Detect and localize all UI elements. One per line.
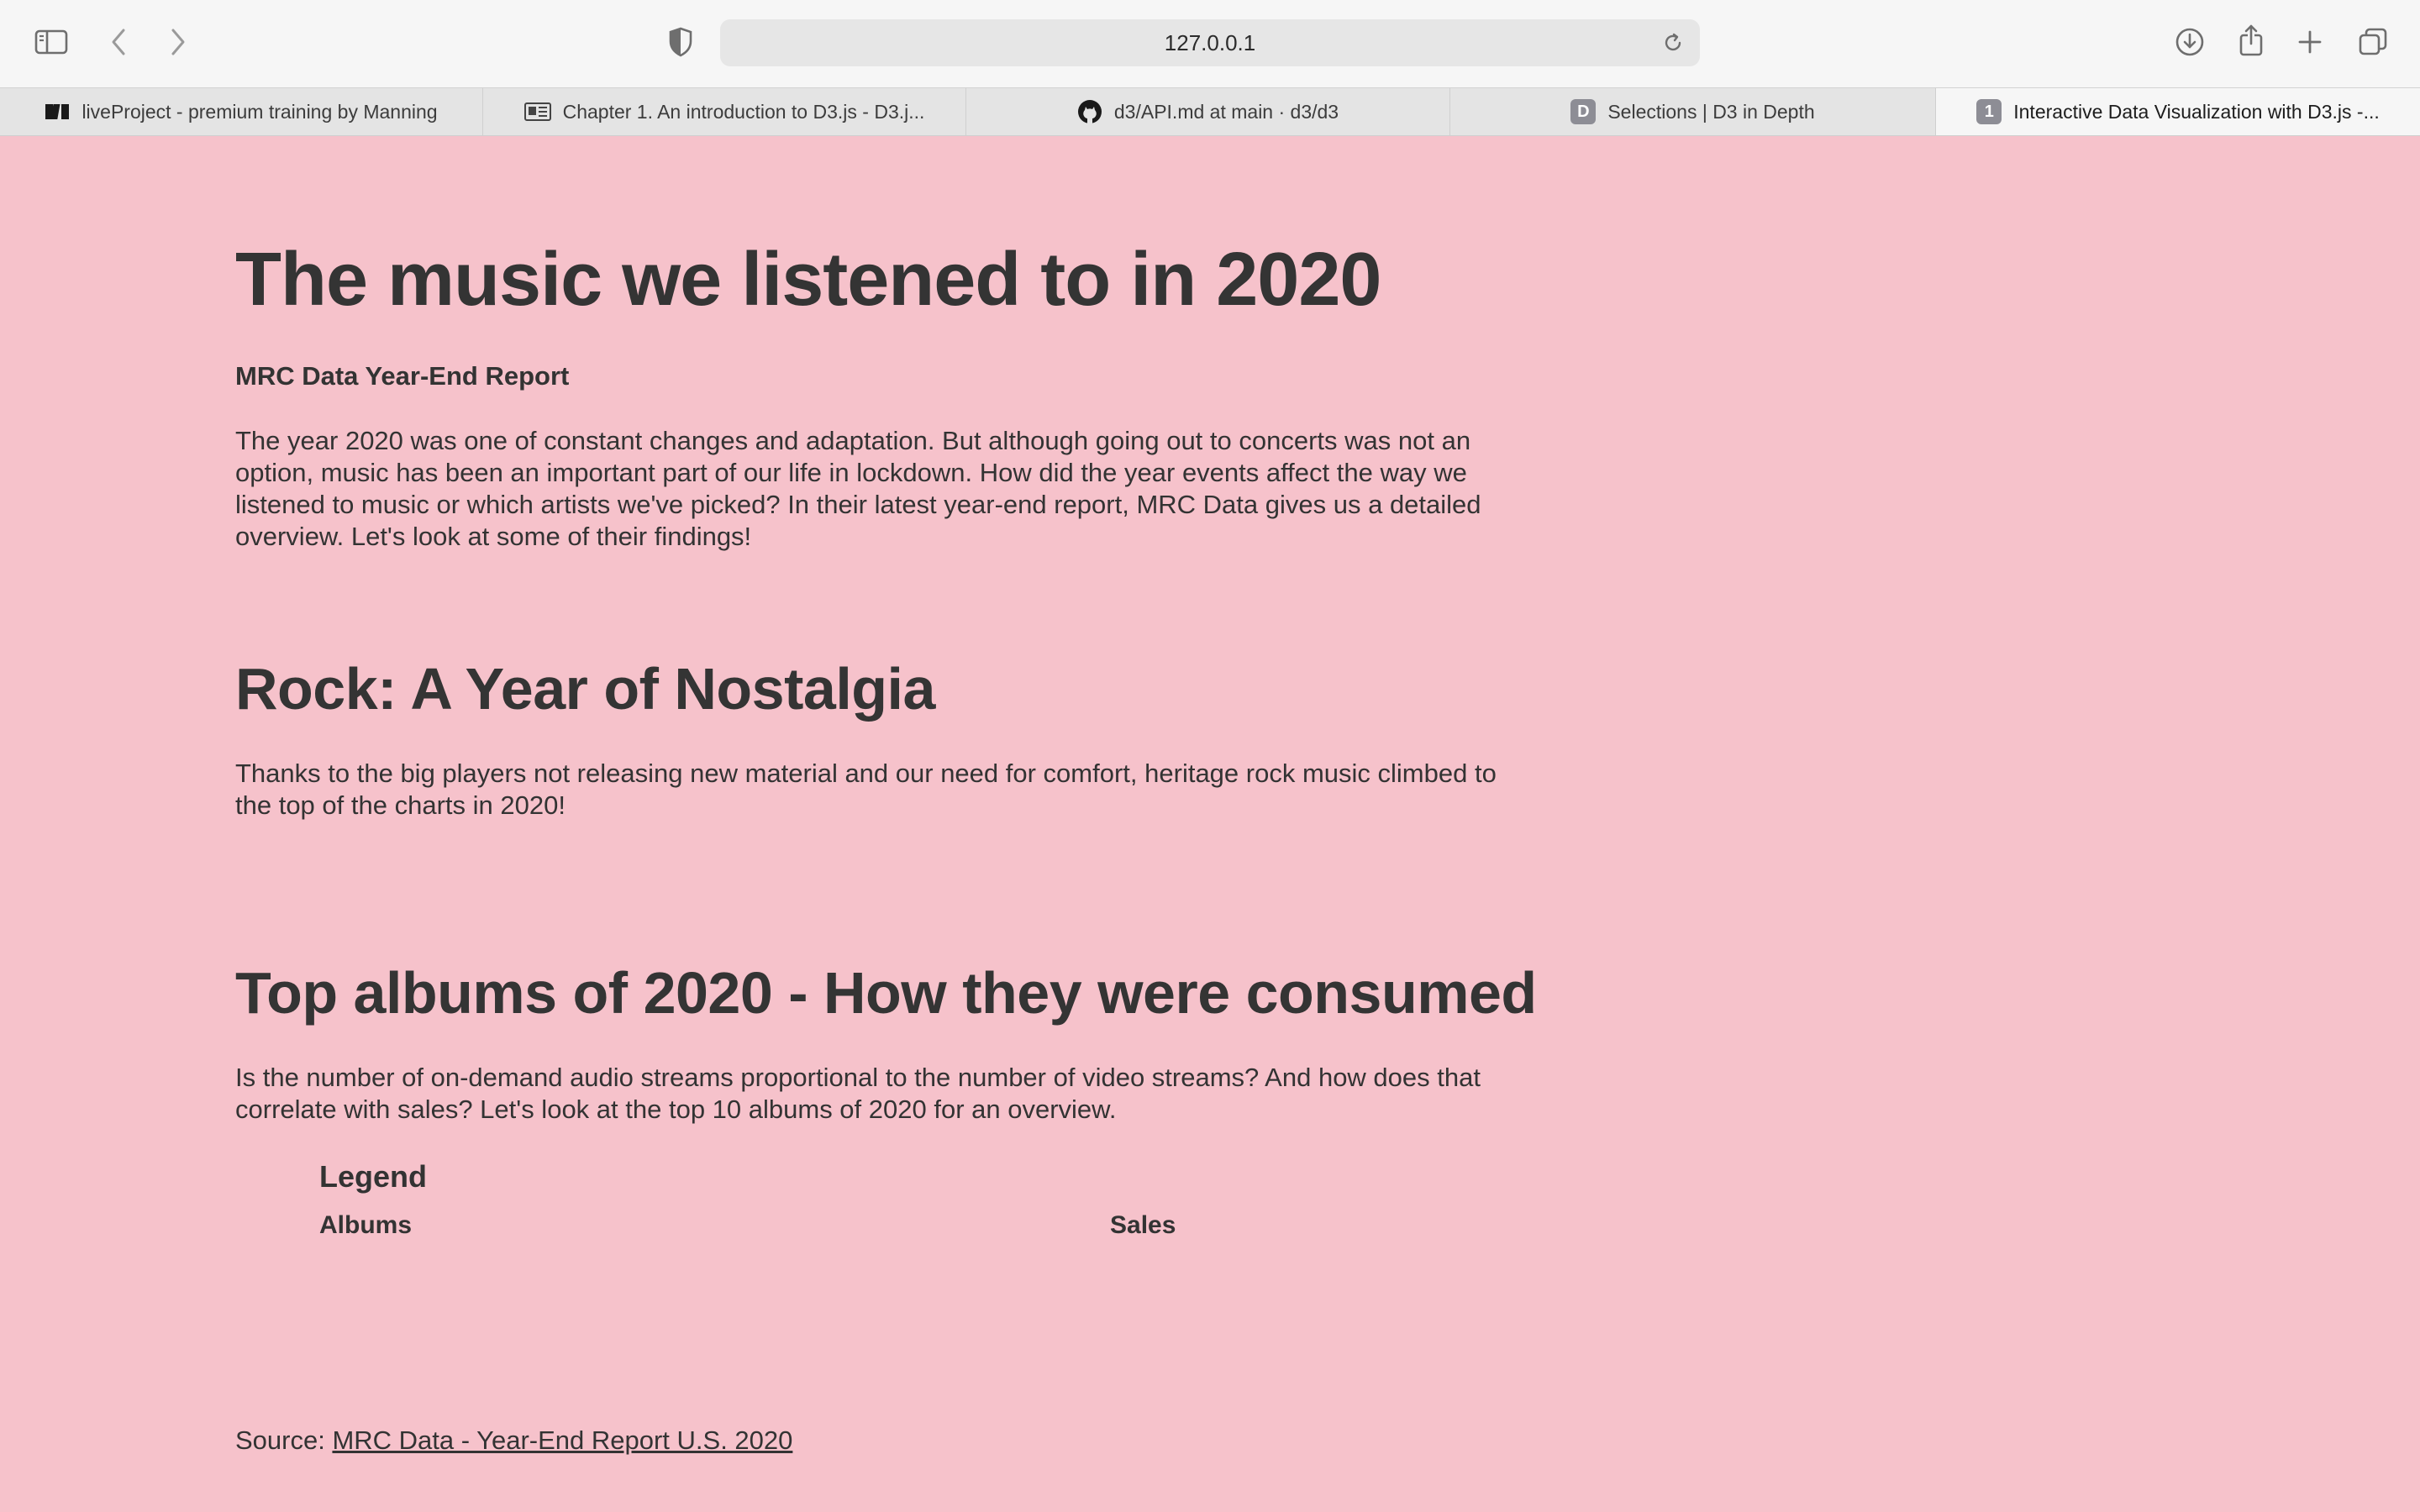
address-bar[interactable]: 127.0.0.1	[720, 19, 1700, 66]
tab-d3-chapter[interactable]: Chapter 1. An introduction to D3.js - D3…	[483, 88, 966, 135]
tab-liveproject[interactable]: liveProject - premium training by Mannin…	[0, 88, 483, 135]
rock-section-heading: Rock: A Year of Nostalgia	[235, 656, 935, 722]
legend-sales-label: Sales	[1110, 1211, 1176, 1239]
source-link[interactable]: MRC Data - Year-End Report U.S. 2020	[332, 1425, 792, 1455]
plus-icon	[2298, 30, 2322, 54]
sidebar-toggle-button[interactable]	[28, 18, 75, 66]
url-text: 127.0.0.1	[1164, 29, 1256, 55]
new-tab-button[interactable]	[2286, 18, 2333, 66]
reload-button[interactable]	[1656, 26, 1690, 60]
albums-section-heading: Top albums of 2020 - How they were consu…	[235, 960, 1537, 1026]
page-subtitle: MRC Data Year-End Report	[235, 361, 570, 391]
tab-overview-button[interactable]	[2349, 18, 2396, 66]
privacy-report-button[interactable]	[657, 18, 704, 66]
tab-label: Chapter 1. An introduction to D3.js - D3…	[562, 100, 925, 123]
chevron-right-icon	[171, 29, 185, 55]
source-prefix: Source:	[235, 1425, 333, 1455]
d-badge-icon: D	[1570, 99, 1597, 124]
tab-selections[interactable]: D Selections | D3 in Depth	[1450, 88, 1936, 135]
share-icon	[2239, 24, 2263, 56]
browser-toolbar: 127.0.0.1	[0, 0, 2420, 87]
tab-label: Selections | D3 in Depth	[1607, 100, 1815, 123]
legend-albums-label: Albums	[319, 1211, 413, 1239]
share-button[interactable]	[2228, 17, 2275, 64]
chevron-left-icon	[112, 29, 125, 55]
tab-label: d3/API.md at main · d3/d3	[1113, 100, 1339, 123]
page-title: The music we listened to in 2020	[235, 238, 1381, 322]
albums-section-text: Is the number of on-demand audio streams…	[235, 1063, 1481, 1124]
tab-overview-icon	[2359, 28, 2387, 55]
tab-label: Interactive Data Visualization with D3.j…	[2013, 100, 2380, 123]
github-icon	[1077, 99, 1102, 124]
back-button[interactable]	[95, 18, 142, 66]
number-badge-icon: 1	[1976, 99, 2002, 124]
sidebar-icon	[34, 29, 68, 55]
tab-d3-api[interactable]: d3/API.md at main · d3/d3	[966, 88, 1450, 135]
tab-bar: liveProject - premium training by Mannin…	[0, 87, 2420, 136]
tab-label: liveProject - premium training by Mannin…	[82, 100, 438, 123]
source-line: Source: MRC Data - Year-End Report U.S. …	[235, 1425, 792, 1456]
manning-logo-icon	[45, 102, 70, 122]
book-page-icon	[523, 102, 551, 122]
intro-paragraph: The year 2020 was one of constant change…	[235, 426, 1481, 551]
rock-section-text: Thanks to the big players not releasing …	[235, 759, 1497, 820]
legend-title: Legend	[319, 1159, 428, 1194]
reload-icon	[1665, 33, 1681, 51]
forward-button[interactable]	[155, 18, 202, 66]
downloads-button[interactable]	[2166, 18, 2213, 66]
tab-interactive-dataviz[interactable]: 1 Interactive Data Visualization with D3…	[1936, 88, 2420, 135]
download-icon	[2175, 28, 2204, 56]
shield-icon	[669, 27, 692, 57]
